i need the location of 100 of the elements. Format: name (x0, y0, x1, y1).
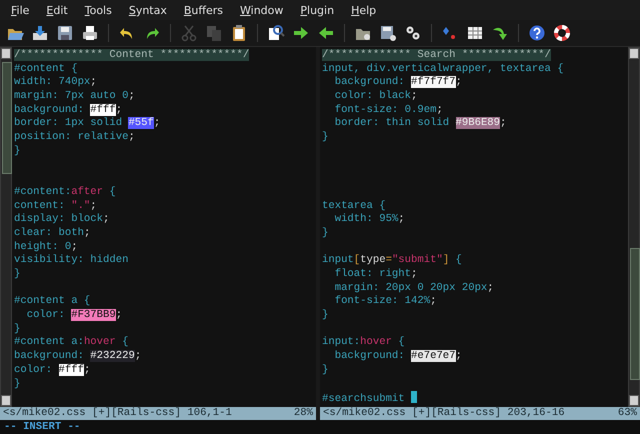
code-text: } (14, 378, 20, 390)
code-text: ; (398, 213, 405, 226)
table-icon[interactable] (466, 24, 484, 42)
code-text: ; (500, 117, 506, 130)
paste-icon[interactable] (230, 24, 248, 42)
code-text: hover (84, 336, 116, 348)
code-text: ; (116, 309, 122, 322)
scrollbar-thumb[interactable] (2, 62, 12, 174)
code-text: #searchsubmit (322, 393, 406, 406)
code-text: { (454, 254, 462, 266)
menu-item[interactable]: Plugin (293, 4, 344, 16)
color-code: #F37BB9 (71, 309, 116, 322)
code-text: font-size: 142% (334, 295, 430, 308)
code-text: #content a { (14, 295, 90, 308)
left-arrow-icon[interactable] (317, 24, 335, 42)
scrollbar-thumb[interactable] (630, 248, 640, 380)
code-text: float: right (334, 268, 412, 280)
code-text: color: (26, 309, 66, 322)
code-comment: /************* Search *************/ (322, 49, 551, 61)
scroll-up-button[interactable] (1, 48, 11, 59)
scrollbar[interactable] (628, 47, 640, 407)
code-text: ; (430, 295, 436, 308)
code-text: type (360, 254, 386, 266)
code-text: margin: 7px auto 0 (14, 90, 128, 102)
code-comment: /************* Content *************/ (14, 49, 250, 61)
code-text: ] (442, 254, 450, 266)
code-text: position: relative (14, 131, 128, 144)
code-text: input (322, 254, 354, 266)
code-text: hover (360, 336, 392, 348)
code-text: ; (84, 226, 90, 239)
scroll-percent: 63% (618, 407, 637, 420)
code-text: ; (128, 131, 135, 144)
code-text: ; (436, 104, 443, 116)
code-text: } (322, 226, 328, 239)
code-text: "." (71, 200, 90, 212)
scroll-down-button[interactable] (1, 395, 11, 406)
code-text: textarea { (322, 200, 386, 212)
code-text: ; (134, 350, 142, 362)
color-code: #e7e7e7 (411, 350, 456, 362)
file-status: <s/mike02.css [+][Rails-css] 203,16-16 (323, 407, 565, 420)
code-text: #content a: (14, 336, 84, 348)
code-text: } (14, 322, 20, 335)
code-text: after (71, 186, 104, 198)
code-text: background: (334, 76, 406, 88)
menu-item[interactable]: Syntax (122, 4, 177, 16)
code-text: input: (322, 336, 360, 348)
download-icon[interactable] (31, 24, 49, 42)
scroll-percent: 28% (294, 407, 313, 420)
find-replace-icon[interactable] (267, 24, 285, 42)
code-text: font-size: 0.9em (334, 104, 436, 116)
code-text: visibility: hidden (14, 254, 128, 266)
file-status: <s/mike02.css [+][Rails-css] 106,1-1 (3, 407, 232, 420)
help-icon[interactable] (528, 24, 546, 42)
code-text: } (322, 364, 328, 376)
code-text: width: 740px (14, 76, 90, 88)
scroll-up-button[interactable] (629, 48, 639, 59)
code-text: color: black (334, 90, 412, 102)
code-text: ; (84, 364, 90, 376)
menu-item[interactable]: Buffers (176, 4, 233, 16)
code-text: "submit" (392, 254, 443, 266)
menu-item[interactable]: Edit (39, 4, 78, 16)
code-text: { (121, 336, 128, 348)
code-text: } (322, 309, 328, 322)
color-code: #fff (58, 364, 84, 376)
scrollbar[interactable] (0, 47, 12, 407)
code-text: background: (14, 104, 85, 116)
scroll-down-button[interactable] (629, 395, 639, 406)
color-code: #55f (128, 117, 154, 130)
code-text: ; (128, 90, 135, 102)
menu-item[interactable]: Help (344, 4, 386, 16)
code-text: ; (116, 104, 122, 116)
code-text: display: block (14, 213, 104, 226)
code-text: width: 95% (334, 213, 398, 226)
lifebuoy-icon[interactable] (553, 24, 571, 42)
code-text: background: (334, 350, 406, 362)
code-text: } (14, 268, 20, 280)
code-text: [ (354, 254, 360, 266)
mode-indicator: -- INSERT -- (3, 420, 82, 434)
code-text: ; (154, 117, 160, 130)
code-text: ; (71, 240, 78, 253)
menu-item[interactable]: Window (233, 4, 294, 16)
color-code: #fff (90, 104, 116, 116)
code-text: #content { (14, 62, 78, 75)
code-text: height: 0 (14, 240, 72, 253)
text-cursor (411, 391, 418, 404)
code-text: clear: both (14, 226, 84, 239)
code-text: border: 1px solid (14, 117, 124, 130)
code-text: ; (90, 76, 97, 88)
code-text: color: (14, 364, 54, 376)
code-text: { (397, 336, 405, 348)
code-text: ; (103, 213, 110, 226)
code-text: ; (411, 90, 418, 102)
menu-item[interactable]: Tools (78, 4, 122, 16)
right-arrow-icon[interactable] (292, 24, 310, 42)
code-text: input, div.verticalwrapper, textarea { (322, 62, 564, 75)
code-text: border: thin solid (334, 117, 450, 130)
save-icon[interactable] (56, 24, 74, 42)
print-icon[interactable] (81, 24, 99, 42)
code-text: } (14, 144, 20, 157)
menu-item[interactable]: File (4, 4, 40, 16)
